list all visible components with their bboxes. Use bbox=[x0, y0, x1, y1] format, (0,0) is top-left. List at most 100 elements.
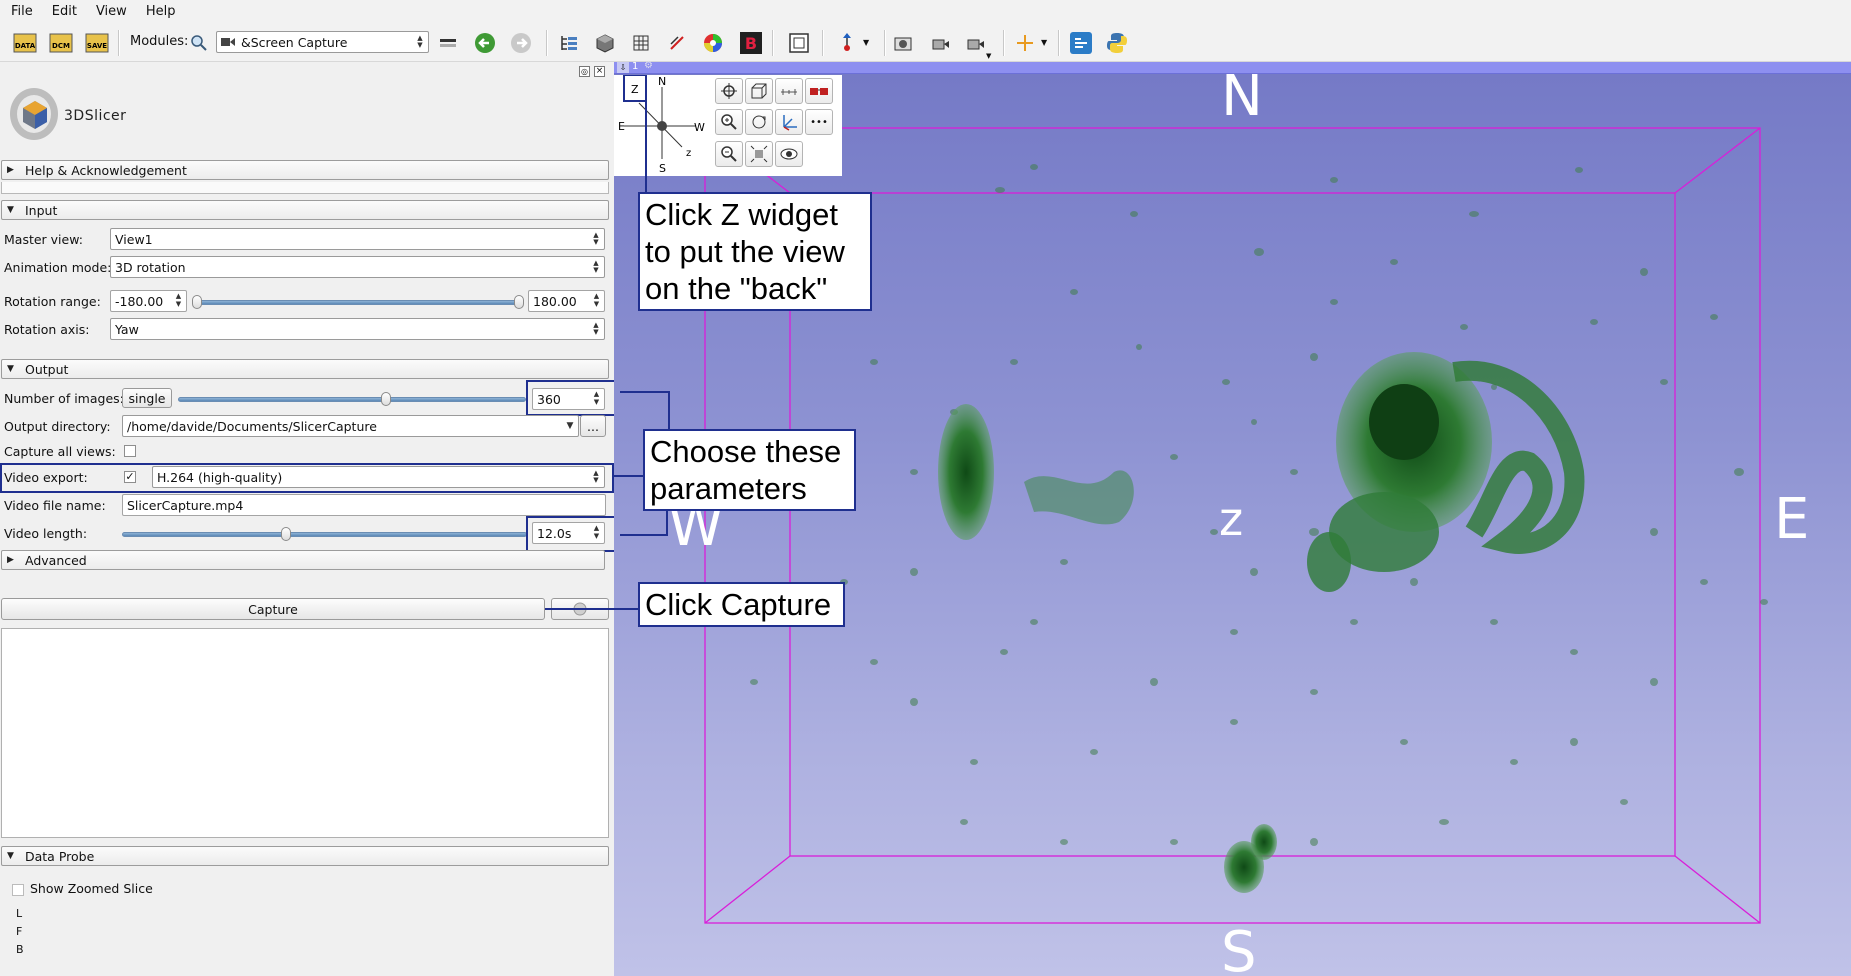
fit-view-button[interactable] bbox=[745, 141, 773, 167]
extensions-button[interactable] bbox=[1068, 30, 1094, 56]
undock-icon[interactable]: ◎ bbox=[579, 66, 590, 77]
show-zoomed-slice-checkbox[interactable] bbox=[12, 884, 24, 896]
back-arrow-icon bbox=[475, 33, 495, 53]
svg-text:Z: Z bbox=[631, 83, 639, 96]
video-length-handle[interactable] bbox=[281, 527, 291, 541]
animation-mode-select[interactable]: 3D rotation ▲ ▼ bbox=[110, 256, 605, 278]
transforms-button[interactable] bbox=[664, 30, 690, 56]
data-probe-section-header[interactable]: ▼ Data Probe bbox=[1, 846, 609, 866]
output-directory-select[interactable]: /home/davide/Documents/SlicerCapture ▼ bbox=[122, 415, 579, 437]
module-panel: ◎ × 3DSlicer ▶ Help & Acknowledgement ▼ … bbox=[0, 62, 620, 976]
help-section-header[interactable]: ▶ Help & Acknowledgement bbox=[1, 160, 609, 180]
menu-file[interactable]: File bbox=[0, 4, 41, 19]
rotation-range-track[interactable] bbox=[196, 300, 521, 305]
toolbar-separator bbox=[1058, 30, 1060, 56]
video-file-name-label: Video file name: bbox=[4, 498, 106, 513]
python-console-button[interactable] bbox=[1104, 30, 1130, 56]
forward-button[interactable] bbox=[508, 30, 534, 56]
volumes-button[interactable] bbox=[592, 30, 618, 56]
dicom-icon: DCM bbox=[49, 33, 73, 53]
layout-view-button[interactable] bbox=[786, 30, 812, 56]
link-icon[interactable]: ⚙ bbox=[644, 60, 653, 71]
combo-arrows-icon: ▲ ▼ bbox=[593, 231, 599, 246]
params-callout-line bbox=[668, 391, 670, 430]
camera-icon bbox=[894, 37, 912, 51]
orientation-compass[interactable]: Z N S E W z bbox=[614, 75, 706, 175]
center-view-button[interactable] bbox=[715, 78, 743, 104]
svg-text:E: E bbox=[618, 120, 625, 133]
toolbar-separator bbox=[1003, 30, 1005, 56]
module-search-button[interactable] bbox=[186, 30, 212, 56]
close-icon[interactable]: × bbox=[594, 66, 605, 77]
rotation-min-spinbox[interactable]: -180.00 ▲ ▼ bbox=[110, 290, 187, 312]
z-widget-callout: Click Z widget to put the view on the "b… bbox=[638, 192, 872, 311]
zoom-in-button[interactable] bbox=[715, 109, 743, 135]
spin-view-button[interactable] bbox=[745, 109, 773, 135]
screenshot-button[interactable] bbox=[890, 30, 916, 56]
animation-mode-label: Animation mode: bbox=[4, 260, 112, 275]
chevron-down-icon[interactable]: ▼ bbox=[863, 38, 869, 47]
capture-callout: Click Capture bbox=[638, 582, 845, 627]
video-file-name-input[interactable]: SlicerCapture.mp4 bbox=[122, 494, 606, 516]
rotation-axis-select[interactable]: Yaw ▲ ▼ bbox=[110, 318, 605, 340]
single-button[interactable]: single bbox=[122, 388, 172, 408]
output-section-header[interactable]: ▼ Output bbox=[1, 359, 609, 379]
num-images-track[interactable] bbox=[178, 397, 526, 402]
axes-button[interactable] bbox=[775, 109, 803, 135]
rotation-min-handle[interactable] bbox=[192, 295, 202, 309]
output-directory-value: /home/davide/Documents/SlicerCapture bbox=[127, 418, 377, 434]
capture-all-views-checkbox[interactable] bbox=[124, 445, 136, 457]
app-logo-text: 3DSlicer bbox=[64, 108, 127, 124]
back-button[interactable] bbox=[472, 30, 498, 56]
num-images-handle[interactable] bbox=[381, 392, 391, 406]
menu-help[interactable]: Help bbox=[135, 4, 184, 19]
colors-button[interactable] bbox=[700, 30, 726, 56]
visibility-button[interactable] bbox=[775, 141, 803, 167]
load-data-button[interactable]: DATA bbox=[12, 30, 38, 56]
layout-button[interactable] bbox=[436, 30, 462, 56]
models-button[interactable] bbox=[628, 30, 654, 56]
params-callout-line bbox=[620, 534, 668, 536]
svg-text:DCM: DCM bbox=[52, 42, 70, 50]
help-section-body bbox=[1, 182, 609, 194]
master-view-select[interactable]: View1 ▲ ▼ bbox=[110, 228, 605, 250]
ruler-button[interactable] bbox=[775, 78, 803, 104]
target-icon bbox=[721, 83, 737, 99]
module-selector[interactable]: &Screen Capture ▲ ▼ bbox=[216, 31, 429, 53]
capture-button[interactable]: Capture bbox=[1, 598, 545, 620]
video-length-track[interactable] bbox=[122, 532, 527, 537]
menu-view[interactable]: View bbox=[85, 4, 135, 19]
editor-button[interactable]: B bbox=[738, 30, 764, 56]
stereo-button[interactable] bbox=[805, 78, 833, 104]
fit-icon bbox=[750, 145, 768, 163]
browse-button[interactable]: ... bbox=[580, 415, 606, 437]
zoom-out-button[interactable] bbox=[715, 141, 743, 167]
ortho-view-button[interactable] bbox=[745, 78, 773, 104]
pin-icon[interactable]: ⇩ bbox=[617, 62, 629, 73]
advanced-section-header[interactable]: ▶ Advanced bbox=[1, 550, 605, 570]
crosshair-button[interactable] bbox=[1012, 30, 1038, 56]
toolbar-separator bbox=[822, 30, 824, 56]
menu-edit[interactable]: Edit bbox=[41, 4, 85, 19]
save-button[interactable]: SAVE bbox=[84, 30, 110, 56]
ellipsis-icon: ••• bbox=[810, 116, 828, 128]
rotation-max-value: 180.00 bbox=[533, 293, 577, 309]
scene-view-button[interactable] bbox=[928, 30, 954, 56]
view-controller-bar[interactable]: ⇩ 1 ⚙ bbox=[614, 60, 1851, 74]
data-module-button[interactable] bbox=[556, 30, 582, 56]
rotation-max-spinbox[interactable]: 180.00 ▲ ▼ bbox=[528, 290, 605, 312]
master-view-label: Master view: bbox=[4, 232, 83, 247]
zoom-in-icon bbox=[721, 114, 737, 130]
screen-capture-icon bbox=[221, 38, 235, 46]
more-options-button[interactable]: ••• bbox=[805, 109, 833, 135]
params-callout: Choose these parameters bbox=[643, 429, 856, 511]
mouse-mode-button[interactable] bbox=[834, 30, 860, 56]
input-section-header[interactable]: ▼ Input bbox=[1, 200, 609, 220]
chevron-down-icon: ▼ bbox=[7, 851, 14, 861]
chevron-down-icon[interactable]: ▼ bbox=[986, 52, 991, 60]
chevron-down-icon[interactable]: ▼ bbox=[1041, 38, 1047, 47]
load-dicom-button[interactable]: DCM bbox=[48, 30, 74, 56]
color-wheel-icon bbox=[704, 34, 722, 52]
animation-mode-value: 3D rotation bbox=[115, 259, 186, 275]
rotation-max-handle[interactable] bbox=[514, 295, 524, 309]
